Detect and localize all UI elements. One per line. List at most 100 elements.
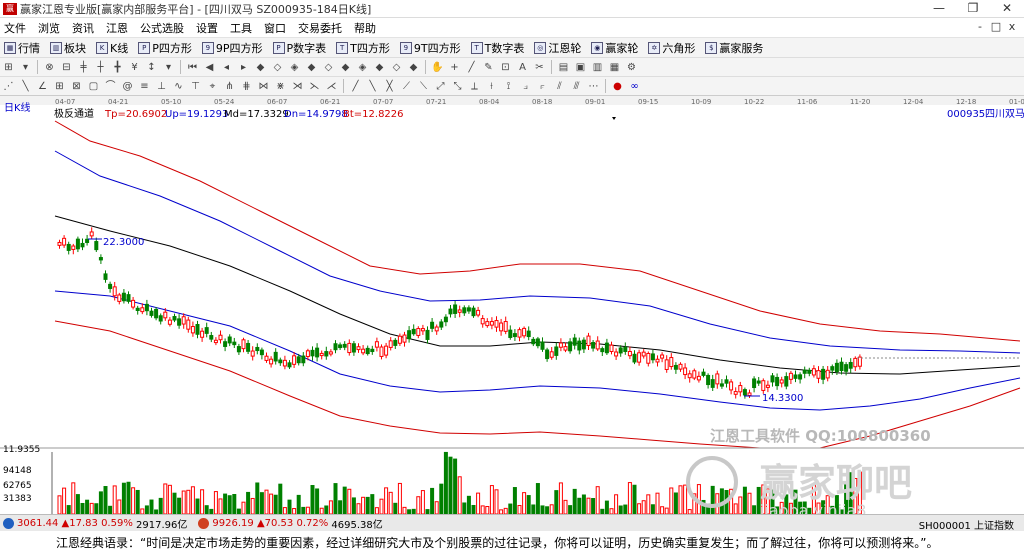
pen-d-icon[interactable]: ⟋ <box>400 80 413 93</box>
pen-n-icon[interactable]: ⫻ <box>570 80 583 93</box>
gann-e-icon[interactable]: ⋊ <box>291 80 304 93</box>
chart-area[interactable]: 04-07 04-21 05-10 05-24 06-07 06-21 07-07 07-21… <box>0 96 1024 520</box>
zoom-in-icon[interactable]: ◆ <box>254 61 267 74</box>
period-select-icon[interactable]: ⊞ <box>2 61 15 74</box>
gann-spiral-icon[interactable]: @ <box>121 80 134 93</box>
save-icon[interactable]: ▣ <box>574 61 587 74</box>
pen-b-icon[interactable]: ╲ <box>366 80 379 93</box>
gann-price-icon[interactable]: ⊤ <box>189 80 202 93</box>
mdi-close-button[interactable]: x <box>1004 20 1020 33</box>
gann-box-icon[interactable]: ⊠ <box>70 80 83 93</box>
zoom-out-icon[interactable]: ◇ <box>271 61 284 74</box>
color-wheel-icon[interactable]: ● <box>611 80 624 93</box>
gann-line-icon[interactable]: ╲ <box>19 80 32 93</box>
pen-f-icon[interactable]: ⤢ <box>434 80 447 93</box>
p-square-button[interactable]: P P四方形 <box>134 40 192 56</box>
menu-formula[interactable]: 公式选股 <box>134 20 190 36</box>
report-icon[interactable]: ▤ <box>557 61 570 74</box>
quote-button[interactable]: ▦ 行情 <box>0 40 40 56</box>
t-number-table-button[interactable]: T T数字表 <box>467 40 524 56</box>
gann-d-icon[interactable]: ⋇ <box>274 80 287 93</box>
crosshair-icon[interactable]: + <box>448 61 461 74</box>
gann-fib-icon[interactable]: ≡ <box>138 80 151 93</box>
mdi-minimize-button[interactable]: - <box>972 20 988 33</box>
diamond-e-icon[interactable]: ◈ <box>356 61 369 74</box>
menu-trade[interactable]: 交易委托 <box>292 20 348 36</box>
infinity-icon[interactable]: ∞ <box>628 80 641 93</box>
mark-icon[interactable]: ¥ <box>128 61 141 74</box>
minimize-button[interactable]: — <box>922 0 956 18</box>
pen-e-icon[interactable]: ⟍ <box>417 80 430 93</box>
menu-gann[interactable]: 江恩 <box>100 20 134 36</box>
maximize-button[interactable]: ❐ <box>956 0 990 18</box>
sh-index-ticker[interactable]: 3061.44 ▲17.83 0.59% 2917.96亿 <box>0 516 187 531</box>
pen-m-icon[interactable]: ⫽ <box>553 80 566 93</box>
pen-g-icon[interactable]: ⤡ <box>451 80 464 93</box>
winner-service-button[interactable]: $ 赢家服务 <box>701 40 763 56</box>
hexagon-button[interactable]: ✡ 六角形 <box>644 40 695 56</box>
candle-icon[interactable]: ⊟ <box>60 61 73 74</box>
diamond-f-icon[interactable]: ◆ <box>373 61 386 74</box>
pen-c-icon[interactable]: ╳ <box>383 80 396 93</box>
menu-file[interactable]: 文件 <box>0 20 32 36</box>
pen-j-icon[interactable]: ⟟ <box>502 80 515 93</box>
gann-a-icon[interactable]: ⋔ <box>223 80 236 93</box>
draw-icon[interactable]: ✎ <box>482 61 495 74</box>
gann-cycle-icon[interactable]: ∿ <box>172 80 185 93</box>
p-number-table-button[interactable]: P P数字表 <box>269 40 326 56</box>
prev-icon[interactable]: ◂ <box>220 61 233 74</box>
current-index-label[interactable]: SH000001 上证指数 <box>919 517 1014 532</box>
first-bar-icon[interactable]: ⏮ <box>186 61 199 74</box>
kline-chart-svg[interactable]: 04-07 04-21 05-10 05-24 06-07 06-21 07-07 07-21… <box>0 96 1024 520</box>
sector-button[interactable]: ▥ 板块 <box>46 40 86 56</box>
export-icon[interactable]: ▦ <box>608 61 621 74</box>
zoom-window-icon[interactable]: ⊡ <box>499 61 512 74</box>
settings-icon[interactable]: ⚙ <box>625 61 638 74</box>
hand-icon[interactable]: ✋ <box>431 61 444 74</box>
winner-wheel-button[interactable]: ◉ 赢家轮 <box>587 40 638 56</box>
menu-help[interactable]: 帮助 <box>348 20 382 36</box>
menu-settings[interactable]: 设置 <box>190 20 224 36</box>
mdi-restore-button[interactable]: □ <box>988 20 1004 33</box>
gann-fan-icon[interactable]: ⋰ <box>2 80 15 93</box>
indicator-icon[interactable]: ⊗ <box>43 61 56 74</box>
pen-a-icon[interactable]: ╱ <box>349 80 362 93</box>
diamond-d-icon[interactable]: ◆ <box>339 61 352 74</box>
pen-h-icon[interactable]: ⟂ <box>468 80 481 93</box>
diamond-c-icon[interactable]: ◇ <box>322 61 335 74</box>
pen-o-icon[interactable]: ⋯ <box>587 80 600 93</box>
line-icon[interactable]: ╋ <box>111 61 124 74</box>
ohlc-icon[interactable]: ┼ <box>94 61 107 74</box>
pen-i-icon[interactable]: ⟊ <box>485 80 498 93</box>
print-icon[interactable]: ▥ <box>591 61 604 74</box>
gann-square-icon[interactable]: ▢ <box>87 80 100 93</box>
gann-f-icon[interactable]: ⋋ <box>308 80 321 93</box>
text-tool-icon[interactable]: A <box>516 61 529 74</box>
dropdown-arrow-icon[interactable]: ▾ <box>19 61 32 74</box>
kline-button[interactable]: K K线 <box>92 40 128 56</box>
cursor-icon[interactable]: ↕ <box>145 61 158 74</box>
9p-square-button[interactable]: 9 9P四方形 <box>198 40 263 56</box>
gann-grid-icon[interactable]: ⊞ <box>53 80 66 93</box>
gann-c-icon[interactable]: ⋈ <box>257 80 270 93</box>
gann-mark-icon[interactable]: ⌖ <box>206 80 219 93</box>
dropdown2-icon[interactable]: ▾ <box>162 61 175 74</box>
gann-time-icon[interactable]: ⊥ <box>155 80 168 93</box>
gann-wheel-button[interactable]: ◎ 江恩轮 <box>530 40 581 56</box>
diamond-a-icon[interactable]: ◈ <box>288 61 301 74</box>
menu-tools[interactable]: 工具 <box>224 20 258 36</box>
gann-arc-icon[interactable]: ⌒ <box>104 80 117 93</box>
gann-g-icon[interactable]: ⋌ <box>325 80 338 93</box>
menu-window[interactable]: 窗口 <box>258 20 292 36</box>
9t-square-button[interactable]: 9 9T四方形 <box>396 40 461 56</box>
pen-k-icon[interactable]: ⟓ <box>519 80 532 93</box>
prev-page-icon[interactable]: ◀ <box>203 61 216 74</box>
next-icon[interactable]: ▸ <box>237 61 250 74</box>
delete-tool-icon[interactable]: ✂ <box>533 61 546 74</box>
t-square-button[interactable]: T T四方形 <box>332 40 390 56</box>
menu-browse[interactable]: 浏览 <box>32 20 66 36</box>
bar-icon[interactable]: ╪ <box>77 61 90 74</box>
diamond-b-icon[interactable]: ◆ <box>305 61 318 74</box>
pen-l-icon[interactable]: ⟔ <box>536 80 549 93</box>
diamond-h-icon[interactable]: ◆ <box>407 61 420 74</box>
